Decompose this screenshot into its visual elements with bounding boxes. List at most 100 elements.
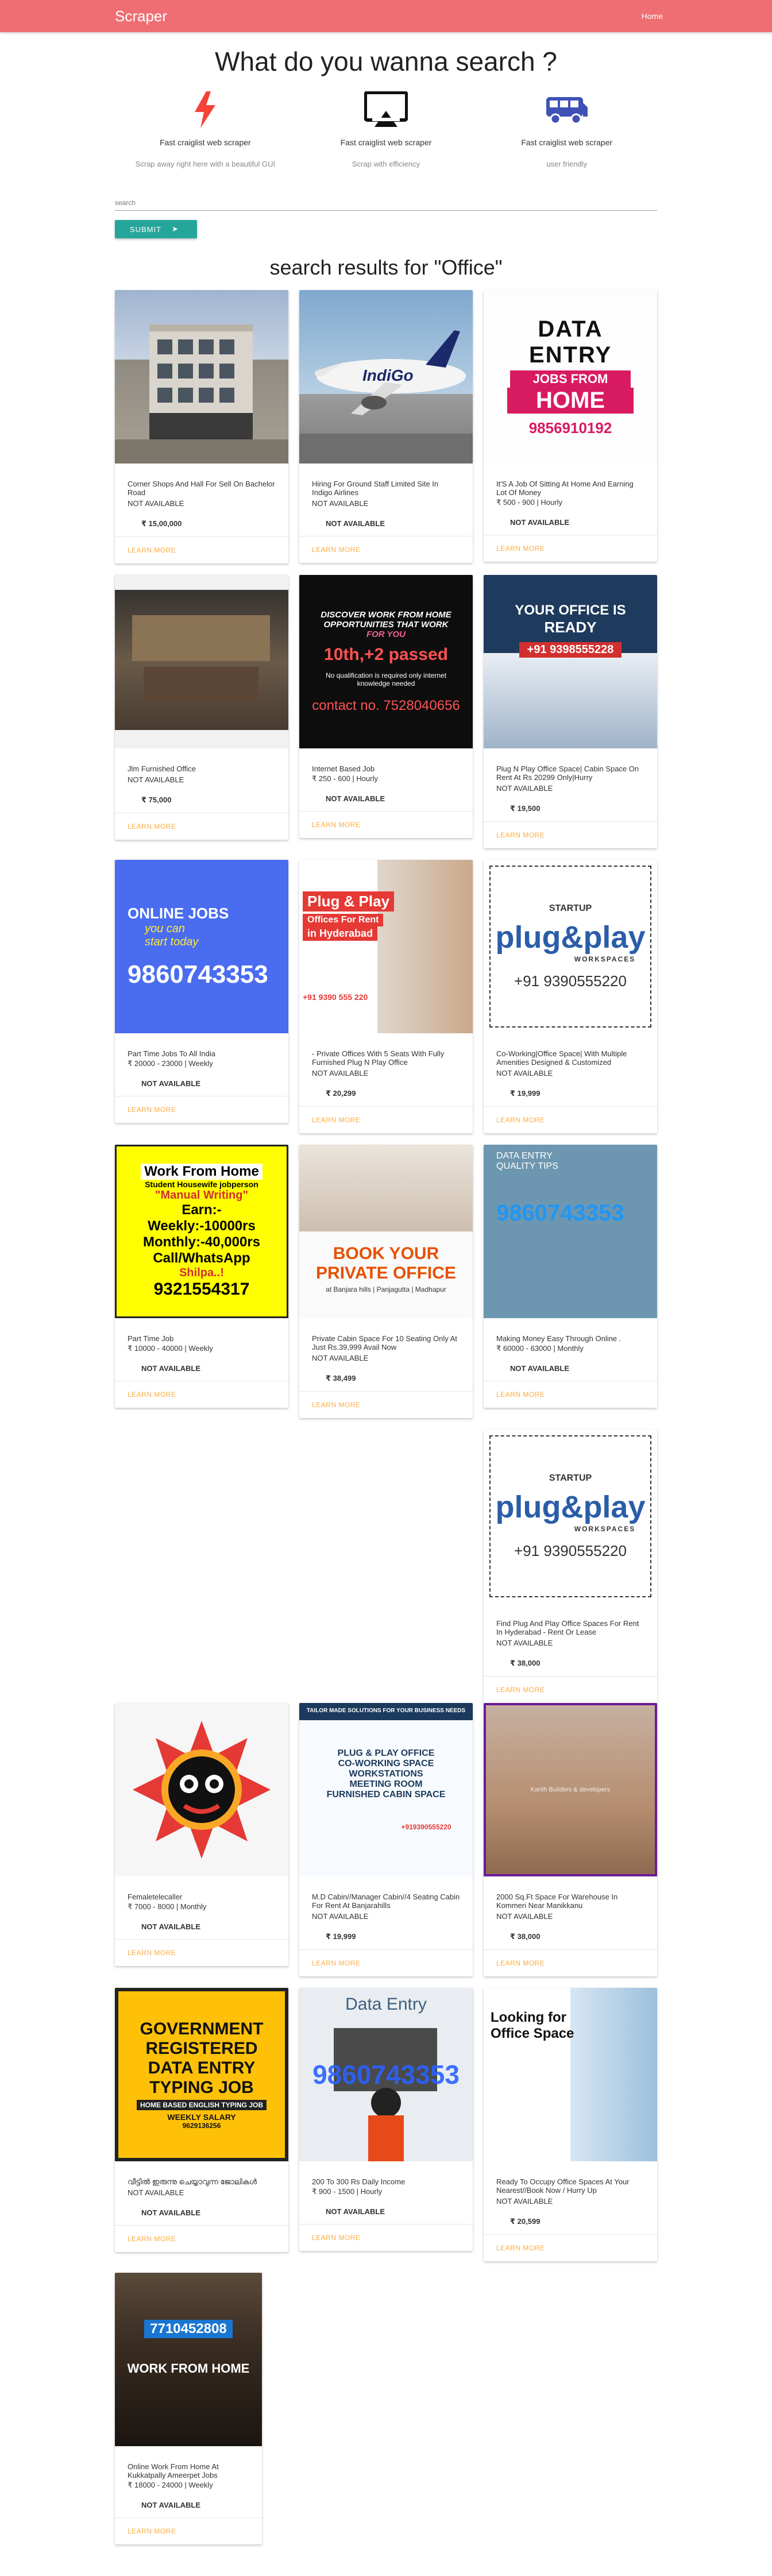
result-card: 7710452808 WORK FROM HOME Online Work Fr… xyxy=(115,2273,262,2544)
listing-price: ₹ 250 - 600 | Hourly xyxy=(312,774,378,783)
listing-value: ₹ 19,999 xyxy=(510,1089,541,1098)
listing-price: ₹ 18000 - 24000 | Weekly xyxy=(128,2481,213,2489)
result-card: Plug & Play Offices For Rent in Hyderaba… xyxy=(299,860,473,1133)
learn-more-link[interactable]: LEARN MORE xyxy=(115,536,288,563)
listing-value: NOT AVAILABLE xyxy=(510,518,570,527)
listing-title: Plug N Play Office Space| Cabin Space On… xyxy=(496,764,639,782)
listing-title: It'S A Job Of Sitting At Home And Earnin… xyxy=(496,480,634,497)
listing-value: NOT AVAILABLE xyxy=(141,1364,201,1373)
brand-logo[interactable]: Scraper xyxy=(115,7,167,25)
search-form: SUBMIT ➤ xyxy=(0,195,772,238)
listing-title: Jlm Furnished Office xyxy=(128,764,196,773)
listing-availability: NOT AVAILABLE xyxy=(128,2188,184,2197)
learn-more-link[interactable]: LEARN MORE xyxy=(299,2224,473,2251)
listing-title: Corner Shops And Hall For Sell On Bachel… xyxy=(128,480,275,497)
learn-more-link[interactable]: LEARN MORE xyxy=(299,536,473,563)
learn-more-link[interactable]: LEARN MORE xyxy=(484,1949,657,1976)
listing-image[interactable]: Kanth Builders & developers xyxy=(484,1703,657,1876)
listing-title: Femaletelecaller xyxy=(128,1893,183,1901)
feature-text: Scrap with efficiency xyxy=(352,160,420,168)
learn-more-link[interactable]: LEARN MORE xyxy=(299,811,473,838)
send-icon: ➤ xyxy=(172,225,179,233)
listing-value: NOT AVAILABLE xyxy=(326,2207,385,2216)
result-card: ONLINE JOBS you can start today 98607433… xyxy=(115,860,288,1123)
search-input[interactable] xyxy=(115,195,657,211)
result-card: Femaletelecaller ₹ 7000 - 8000 | Monthly… xyxy=(115,1703,288,1966)
listing-image[interactable]: STARTUP plug&play WORKSPACES +91 9390555… xyxy=(484,1430,657,1603)
listing-image[interactable]: DATA ENTRY QUALITY TIPS 9860743353 xyxy=(484,1145,657,1318)
listing-image[interactable] xyxy=(115,290,288,464)
listing-image[interactable]: YOUR OFFICE IS READY +91 9398555228 xyxy=(484,575,657,748)
listing-title: Private Cabin Space For 10 Seating Only … xyxy=(312,1334,457,1351)
learn-more-link[interactable]: LEARN MORE xyxy=(299,1949,473,1976)
listing-value: ₹ 20,599 xyxy=(510,2217,541,2226)
listing-availability: NOT AVAILABLE xyxy=(496,1912,553,1921)
listing-image[interactable]: DATA ENTRY JOBS FROM HOME 9856910192 xyxy=(484,290,657,464)
learn-more-link[interactable]: LEARN MORE xyxy=(484,2234,657,2261)
listing-title: Ready To Occupy Office Spaces At Your Ne… xyxy=(496,2177,630,2195)
listing-image[interactable]: Work From Home Student Housewife jobpers… xyxy=(115,1145,288,1318)
listing-value: ₹ 38,499 xyxy=(326,1374,356,1382)
listing-image[interactable]: DISCOVER WORK FROM HOME OPPORTUNITIES TH… xyxy=(299,575,473,748)
listing-value: NOT AVAILABLE xyxy=(141,2208,201,2217)
listing-image[interactable]: Data Entry 9860743353 xyxy=(299,1988,473,2161)
result-card: Work From Home Student Housewife jobpers… xyxy=(115,1145,288,1408)
listing-title: Co-Working|Office Space| With Multiple A… xyxy=(496,1049,627,1067)
listing-image[interactable]: BOOK YOUR PRIVATE OFFICE at Banjara hill… xyxy=(299,1145,473,1318)
listing-image[interactable]: 7710452808 WORK FROM HOME xyxy=(115,2273,262,2446)
learn-more-link[interactable]: LEARN MORE xyxy=(115,1939,288,1966)
airplay-icon xyxy=(364,91,408,127)
learn-more-link[interactable]: LEARN MORE xyxy=(115,2225,288,2252)
listing-title: 200 To 300 Rs Daily Income xyxy=(312,2177,406,2186)
result-card: TAILOR MADE SOLUTIONS FOR YOUR BUSINESS … xyxy=(299,1703,473,1976)
submit-button[interactable]: SUBMIT ➤ xyxy=(115,220,198,238)
learn-more-link[interactable]: LEARN MORE xyxy=(115,2517,262,2544)
learn-more-link[interactable]: LEARN MORE xyxy=(484,535,657,562)
listing-value: NOT AVAILABLE xyxy=(141,1922,201,1931)
listing-price: ₹ 60000 - 63000 | Monthly xyxy=(496,1344,584,1353)
home-link[interactable]: Home xyxy=(642,11,663,21)
listing-value: ₹ 75,000 xyxy=(141,795,172,804)
learn-more-link[interactable]: LEARN MORE xyxy=(299,1106,473,1133)
listing-image[interactable]: Plug & Play Offices For Rent in Hyderaba… xyxy=(299,860,473,1033)
result-card: STARTUP plug&play WORKSPACES +91 9390555… xyxy=(484,1430,657,1703)
learn-more-link[interactable]: LEARN MORE xyxy=(484,1381,657,1408)
listing-title: Part Time Jobs To All India xyxy=(128,1049,215,1058)
learn-more-link[interactable]: LEARN MORE xyxy=(115,1096,288,1123)
listing-image[interactable] xyxy=(115,1703,288,1876)
listing-image[interactable]: IndiGo xyxy=(299,290,473,464)
submit-label: SUBMIT xyxy=(130,225,162,234)
listing-image[interactable]: STARTUP plug&play WORKSPACES +91 9390555… xyxy=(484,860,657,1033)
result-card: STARTUP plug&play WORKSPACES +91 9390555… xyxy=(484,860,657,1133)
listing-value: NOT AVAILABLE xyxy=(326,519,385,528)
learn-more-link[interactable]: LEARN MORE xyxy=(115,1381,288,1408)
listing-image[interactable]: Looking for Office Space xyxy=(484,1988,657,2161)
result-card: IndiGo Hiring For Ground Staff Limited S… xyxy=(299,290,473,563)
listing-image[interactable]: GOVERNMENT REGISTERED DATA ENTRY TYPING … xyxy=(115,1988,288,2161)
feature-title: Fast craiglist web scraper xyxy=(159,138,251,147)
listing-price: ₹ 7000 - 8000 | Monthly xyxy=(128,1902,207,1911)
listing-title: Find Plug And Play Office Spaces For Ren… xyxy=(496,1619,639,1636)
result-card: Looking for Office Space Ready To Occupy… xyxy=(484,1988,657,2261)
result-card: YOUR OFFICE IS READY +91 9398555228 Plug… xyxy=(484,575,657,848)
listing-availability: NOT AVAILABLE xyxy=(312,1354,369,1362)
listing-image[interactable]: TAILOR MADE SOLUTIONS FOR YOUR BUSINESS … xyxy=(299,1703,473,1876)
result-card: GOVERNMENT REGISTERED DATA ENTRY TYPING … xyxy=(115,1988,288,2252)
learn-more-link[interactable]: LEARN MORE xyxy=(484,1106,657,1133)
listing-image[interactable]: ONLINE JOBS you can start today 98607433… xyxy=(115,860,288,1033)
listing-value: ₹ 38,000 xyxy=(510,1659,541,1667)
learn-more-link[interactable]: LEARN MORE xyxy=(115,813,288,840)
feature-text: Scrap away right here with a beautiful G… xyxy=(135,160,276,168)
learn-more-link[interactable]: LEARN MORE xyxy=(484,821,657,848)
learn-more-link[interactable]: LEARN MORE xyxy=(484,1676,657,1703)
listing-image[interactable] xyxy=(115,575,288,748)
listing-value: ₹ 19,500 xyxy=(510,804,541,813)
listing-price: ₹ 20000 - 23000 | Weekly xyxy=(128,1059,213,1068)
listing-availability: NOT AVAILABLE xyxy=(312,1069,369,1077)
feature-friendly: Fast craiglist web scraper user friendly xyxy=(476,88,657,168)
learn-more-link[interactable]: LEARN MORE xyxy=(299,1391,473,1418)
listing-availability: NOT AVAILABLE xyxy=(128,775,184,784)
feature-title: Fast craiglist web scraper xyxy=(340,138,432,147)
listing-title: വീട്ടിൽ ഇരുന്നു ചെയ്യാവുന്ന ജോലികൾ xyxy=(128,2177,257,2186)
bolt-icon xyxy=(195,91,216,128)
